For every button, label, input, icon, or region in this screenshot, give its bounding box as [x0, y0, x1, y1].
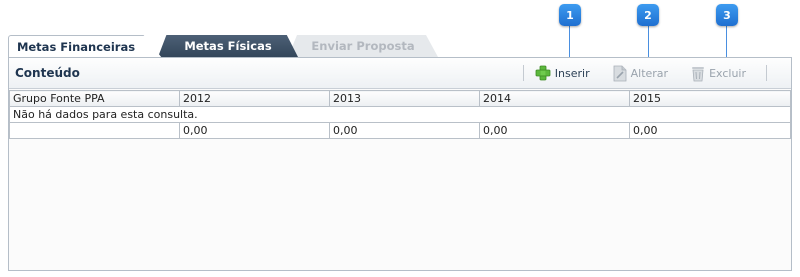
totals-cell: 0,00: [629, 122, 791, 139]
empty-message: Não há dados para esta consulta.: [9, 106, 791, 123]
panel-header: Conteúdo Inserir Alterar Excluir: [9, 58, 791, 89]
column-header[interactable]: Grupo Fonte PPA: [9, 90, 180, 107]
column-header[interactable]: 2012: [179, 90, 330, 107]
panel-title: Conteúdo: [15, 66, 80, 80]
toolbar-separator-end: [766, 65, 767, 81]
totals-cell: [9, 122, 180, 139]
empty-message-row: Não há dados para esta consulta.: [9, 106, 791, 123]
column-header[interactable]: 2015: [629, 90, 791, 107]
metas-table: Grupo Fonte PPA 2012 2013 2014 2015 Não …: [9, 90, 791, 139]
content-panel: Conteúdo Inserir Alterar Excluir Grupo F…: [8, 57, 792, 271]
trash-icon: [692, 66, 705, 81]
totals-row: 0,00 0,00 0,00 0,00: [9, 122, 791, 139]
callout-badge-2: 2: [637, 4, 659, 26]
plus-icon: [535, 65, 551, 81]
tab-metas-fisicas[interactable]: Metas Físicas: [158, 35, 298, 57]
tab-metas-financeiras[interactable]: Metas Financeiras: [8, 35, 162, 58]
table-header-row: Grupo Fonte PPA 2012 2013 2014 2015: [9, 90, 791, 107]
insert-button[interactable]: Inserir: [530, 65, 594, 81]
tab-metas-fisicas-label: Metas Físicas: [184, 39, 272, 53]
tab-enviar-proposta[interactable]: Enviar Proposta: [288, 35, 438, 57]
column-header[interactable]: 2013: [329, 90, 480, 107]
callout-badge-1: 1: [559, 4, 581, 26]
totals-cell: 0,00: [479, 122, 630, 139]
delete-button-label: Excluir: [709, 66, 746, 80]
insert-button-label: Inserir: [554, 66, 590, 80]
callout-badge-3: 3: [716, 4, 738, 26]
toolbar: Inserir Alterar Excluir: [517, 64, 773, 82]
edit-button[interactable]: Alterar: [608, 65, 672, 82]
document-edit-icon: [613, 65, 627, 81]
toolbar-separator: [522, 65, 524, 81]
tab-metas-financeiras-label: Metas Financeiras: [16, 40, 136, 54]
tab-bar: Enviar Proposta Metas Físicas Metas Fina…: [8, 35, 448, 58]
edit-button-label: Alterar: [630, 66, 669, 80]
totals-cell: 0,00: [179, 122, 330, 139]
tab-enviar-proposta-label: Enviar Proposta: [311, 39, 415, 53]
column-header[interactable]: 2014: [479, 90, 630, 107]
delete-button[interactable]: Excluir: [686, 65, 750, 82]
totals-cell: 0,00: [329, 122, 480, 139]
